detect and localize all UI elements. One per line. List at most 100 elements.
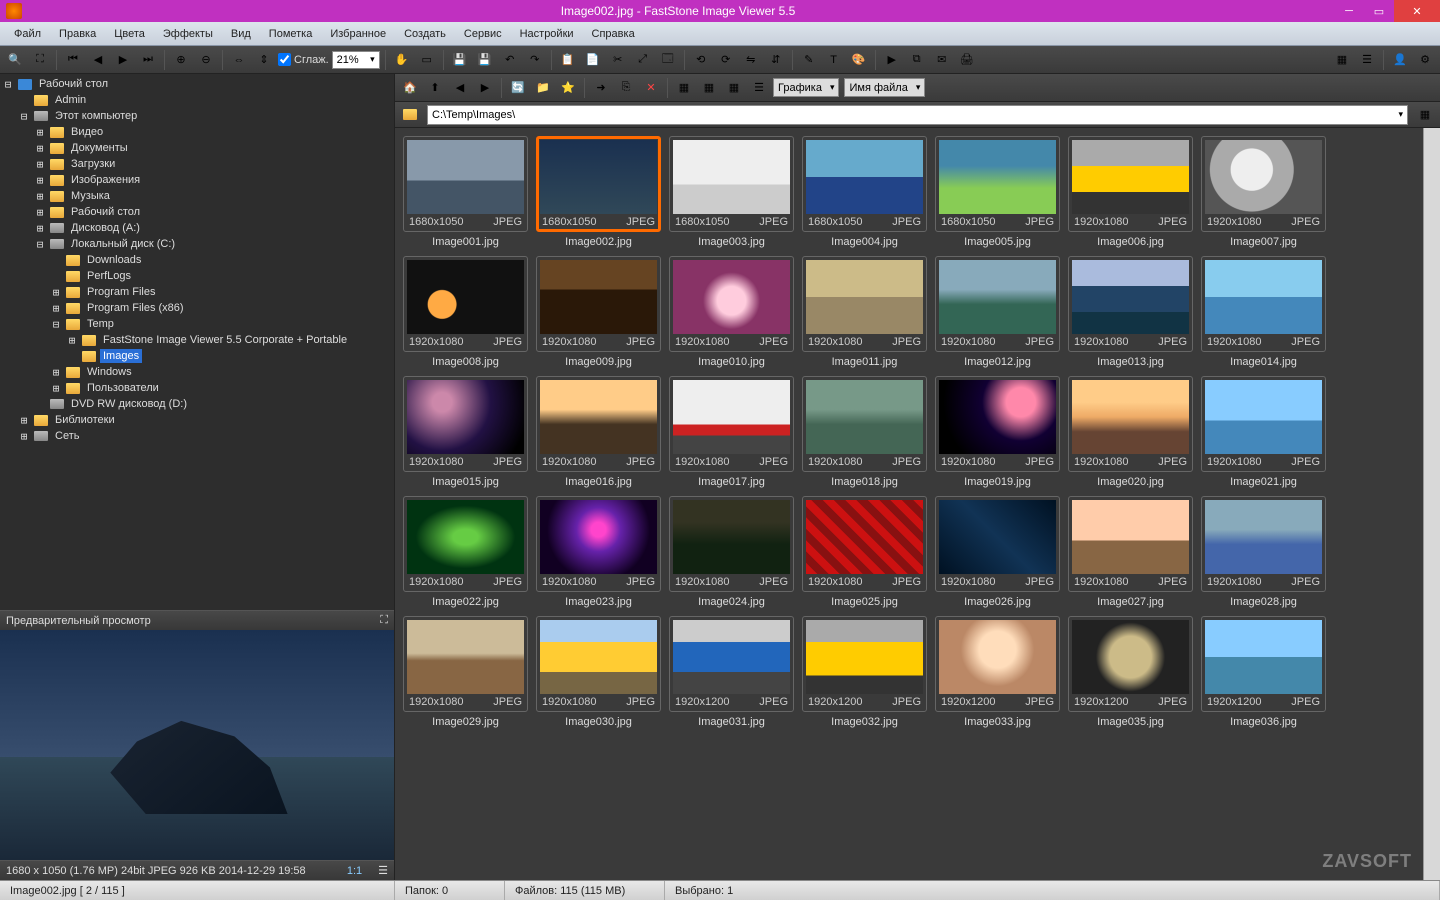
tree-expander-icon[interactable]: ⊞ xyxy=(34,126,46,139)
thumbnail[interactable]: 1920x1080JPEGImage026.jpg xyxy=(935,496,1060,608)
thumbnail[interactable]: 1920x1080JPEGImage011.jpg xyxy=(802,256,927,368)
path-go-icon[interactable]: ▦ xyxy=(1414,104,1436,126)
sort-by-combo[interactable]: Имя файла▾ xyxy=(844,78,925,97)
tree-expander-icon[interactable]: ⊞ xyxy=(34,142,46,155)
forward-icon[interactable]: ▶ xyxy=(474,77,496,99)
thumbnail[interactable]: 1920x1080JPEGImage017.jpg xyxy=(669,376,794,488)
thumbnail[interactable]: 1920x1080JPEGImage008.jpg xyxy=(403,256,528,368)
thumbnail[interactable]: 1920x1080JPEGImage006.jpg xyxy=(1068,136,1193,248)
menu-сервис[interactable]: Сервис xyxy=(456,25,510,43)
thumbs-large-icon[interactable]: ▦ xyxy=(723,77,745,99)
nav-prev-icon[interactable]: ◀ xyxy=(87,49,109,71)
tree-node[interactable]: Admin xyxy=(2,92,392,108)
contact-icon[interactable]: 👤 xyxy=(1389,49,1411,71)
favorites-icon[interactable]: ⭐ xyxy=(557,77,579,99)
delete-icon[interactable]: ✕ xyxy=(640,77,662,99)
tree-node[interactable]: ⊞Program Files xyxy=(2,284,392,300)
color-icon[interactable]: 🎨 xyxy=(848,49,870,71)
thumbnail[interactable]: 1920x1200JPEGImage036.jpg xyxy=(1201,616,1326,728)
thumbnail[interactable]: 1920x1080JPEGImage028.jpg xyxy=(1201,496,1326,608)
paste-icon[interactable]: 📄 xyxy=(582,49,604,71)
menu-вид[interactable]: Вид xyxy=(223,25,259,43)
move-icon[interactable]: ➜ xyxy=(590,77,612,99)
compare-icon[interactable]: ⧉ xyxy=(906,49,928,71)
draw-icon[interactable]: ✎ xyxy=(798,49,820,71)
menu-создать[interactable]: Создать xyxy=(396,25,454,43)
tree-node[interactable]: ⊞Дисковод (A:) xyxy=(2,220,392,236)
tree-node[interactable]: DVD RW дисковод (D:) xyxy=(2,396,392,412)
tree-node[interactable]: ⊞Рабочий стол xyxy=(2,204,392,220)
thumbnail[interactable]: 1680x1050JPEGImage001.jpg xyxy=(403,136,528,248)
nav-first-icon[interactable]: ⏮ xyxy=(62,49,84,71)
thumbnail[interactable]: 1920x1080JPEGImage021.jpg xyxy=(1201,376,1326,488)
tree-node[interactable]: ⊞Библиотеки xyxy=(2,412,392,428)
tree-node[interactable]: ⊞Видео xyxy=(2,124,392,140)
view-list-icon[interactable]: ☰ xyxy=(1356,49,1378,71)
slideshow-icon[interactable]: ▶ xyxy=(881,49,903,71)
crop-icon[interactable]: ✂ xyxy=(607,49,629,71)
hand-tool-icon[interactable]: ✋ xyxy=(391,49,413,71)
folder-tree[interactable]: ⊟Рабочий столAdmin⊟Этот компьютер⊞Видео⊞… xyxy=(0,74,394,610)
thumbnail[interactable]: 1680x1050JPEGImage004.jpg xyxy=(802,136,927,248)
zoom-region-icon[interactable]: 🔍 xyxy=(4,49,26,71)
fit-height-icon[interactable]: ⇕ xyxy=(253,49,275,71)
menu-справка[interactable]: Справка xyxy=(584,25,643,43)
print-icon[interactable]: 🖨 xyxy=(956,49,978,71)
zoom-in-icon[interactable]: ⊕ xyxy=(170,49,192,71)
tree-expander-icon[interactable]: ⊟ xyxy=(2,78,14,91)
thumbnail[interactable]: 1920x1080JPEGImage020.jpg xyxy=(1068,376,1193,488)
tree-node[interactable]: ⊞Музыка xyxy=(2,188,392,204)
thumbnail[interactable]: 1920x1080JPEGImage030.jpg xyxy=(536,616,661,728)
thumbnail[interactable]: 1920x1080JPEGImage027.jpg xyxy=(1068,496,1193,608)
select-tool-icon[interactable]: ▭ xyxy=(416,49,438,71)
tree-node[interactable]: ⊞Program Files (x86) xyxy=(2,300,392,316)
tree-expander-icon[interactable]: ⊞ xyxy=(50,382,62,395)
tree-node[interactable]: ⊟Temp xyxy=(2,316,392,332)
thumbnail[interactable]: 1920x1080JPEGImage009.jpg xyxy=(536,256,661,368)
thumbnail[interactable]: 1920x1080JPEGImage007.jpg xyxy=(1201,136,1326,248)
thumbnail[interactable]: 1920x1080JPEGImage013.jpg xyxy=(1068,256,1193,368)
tree-expander-icon[interactable]: ⊞ xyxy=(34,206,46,219)
rotate-right-icon[interactable]: ⟳ xyxy=(715,49,737,71)
menu-цвета[interactable]: Цвета xyxy=(106,25,153,43)
tree-node[interactable]: PerfLogs xyxy=(2,268,392,284)
list-view-icon[interactable]: ☰ xyxy=(748,77,770,99)
zoom-combo[interactable]: 21%▾ xyxy=(332,51,380,69)
menu-правка[interactable]: Правка xyxy=(51,25,104,43)
thumbnail[interactable]: 1920x1200JPEGImage032.jpg xyxy=(802,616,927,728)
filter-type-combo[interactable]: Графика▾ xyxy=(773,78,839,97)
home-icon[interactable]: 🏠 xyxy=(399,77,421,99)
thumbnail[interactable]: 1920x1080JPEGImage022.jpg xyxy=(403,496,528,608)
settings-icon[interactable]: ⚙ xyxy=(1414,49,1436,71)
tree-node[interactable]: ⊟Рабочий стол xyxy=(2,76,392,92)
thumbnail[interactable]: 1920x1080JPEGImage025.jpg xyxy=(802,496,927,608)
maximize-button[interactable]: ▭ xyxy=(1364,0,1394,22)
tree-node[interactable]: ⊞Изображения xyxy=(2,172,392,188)
tree-node[interactable]: ⊞Сеть xyxy=(2,428,392,444)
flip-v-icon[interactable]: ⇵ xyxy=(765,49,787,71)
email-icon[interactable]: ✉ xyxy=(931,49,953,71)
thumbnail[interactable]: 1680x1050JPEGImage003.jpg xyxy=(669,136,794,248)
resize-icon[interactable]: ⤢ xyxy=(632,49,654,71)
tree-node[interactable]: ⊟Этот компьютер xyxy=(2,108,392,124)
thumbs-small-icon[interactable]: ▦ xyxy=(673,77,695,99)
preview-menu-icon[interactable]: ☰ xyxy=(378,864,388,877)
thumbnail[interactable]: 1920x1080JPEGImage010.jpg xyxy=(669,256,794,368)
tree-node[interactable]: ⊞FastStone Image Viewer 5.5 Corporate + … xyxy=(2,332,392,348)
refresh-icon[interactable]: 🔄 xyxy=(507,77,529,99)
menu-эффекты[interactable]: Эффекты xyxy=(155,25,221,43)
thumbnail[interactable]: 1920x1080JPEGImage024.jpg xyxy=(669,496,794,608)
tree-expander-icon[interactable]: ⊞ xyxy=(34,222,46,235)
fullscreen-icon[interactable]: ⛶ xyxy=(29,49,51,71)
thumbnail[interactable]: 1920x1080JPEGImage029.jpg xyxy=(403,616,528,728)
path-input[interactable]: C:\Temp\Images\ ▾ xyxy=(427,105,1408,125)
undo-icon[interactable]: ↶ xyxy=(499,49,521,71)
new-folder-icon[interactable]: 📁 xyxy=(532,77,554,99)
tree-expander-icon[interactable]: ⊞ xyxy=(18,414,30,427)
menu-пометка[interactable]: Пометка xyxy=(261,25,321,43)
smooth-checkbox[interactable]: Сглаж. xyxy=(278,53,329,66)
back-icon[interactable]: ◀ xyxy=(449,77,471,99)
thumbnail[interactable]: 1920x1080JPEGImage018.jpg xyxy=(802,376,927,488)
thumbnail[interactable]: 1920x1080JPEGImage015.jpg xyxy=(403,376,528,488)
thumbnail[interactable]: 1680x1050JPEGImage002.jpg xyxy=(536,136,661,248)
